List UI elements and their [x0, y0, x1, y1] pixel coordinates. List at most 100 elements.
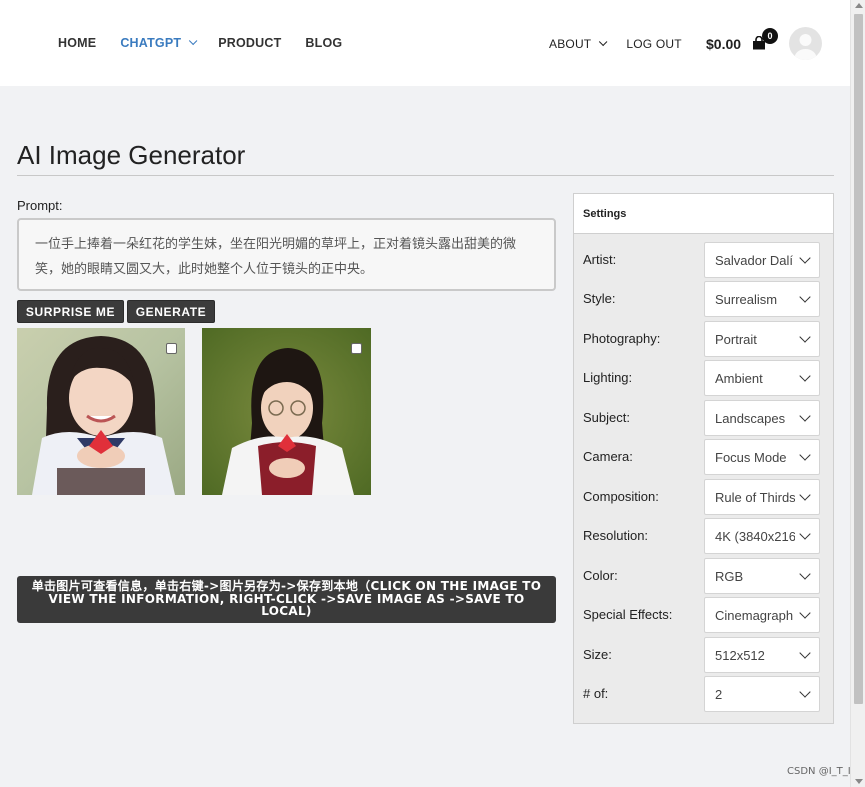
chevron-down-icon	[799, 528, 811, 540]
info-banner: 单击图片可查看信息，单击右键->图片另存为->保存到本地（CLICK ON TH…	[17, 576, 556, 623]
select-value: Landscapes	[715, 411, 786, 426]
setting-artist: Artist: Salvador Dalí	[574, 242, 833, 278]
chevron-down-icon	[799, 686, 811, 698]
photography-select[interactable]: Portrait	[704, 321, 820, 357]
composition-select[interactable]: Rule of Thirds	[704, 479, 820, 515]
select-value: Salvador Dalí	[715, 253, 794, 268]
camera-select[interactable]: Focus Mode	[704, 439, 820, 475]
select-value: Portrait	[715, 332, 757, 347]
nav-home-label: HOME	[58, 36, 97, 50]
nav-chatgpt[interactable]: CHATGPT	[120, 36, 198, 50]
setting-composition: Composition: Rule of Thirds	[574, 479, 833, 515]
style-select[interactable]: Surrealism	[704, 281, 820, 317]
nav-blog-label: BLOG	[305, 36, 343, 50]
nav-product-label: PRODUCT	[218, 36, 282, 50]
setting-label: Subject:	[583, 410, 630, 425]
count-select[interactable]: 2	[704, 676, 820, 712]
nav-chatgpt-label: CHATGPT	[120, 36, 182, 50]
lighting-select[interactable]: Ambient	[704, 360, 820, 396]
chevron-down-icon	[599, 37, 608, 47]
nav-blog[interactable]: BLOG	[305, 36, 342, 50]
surprise-me-button[interactable]: SURPRISE ME	[17, 300, 124, 323]
special-effects-select[interactable]: Cinemagraph	[704, 597, 820, 633]
scrollbar-thumb[interactable]	[854, 14, 863, 704]
secondary-nav: ABOUT LOG OUT	[549, 37, 704, 51]
chevron-down-icon	[189, 36, 198, 46]
select-value: Focus Mode	[715, 450, 787, 465]
size-select[interactable]: 512x512	[704, 637, 820, 673]
setting-label: # of:	[583, 686, 609, 701]
setting-style: Style: Surrealism	[574, 281, 833, 317]
select-value: Ambient	[715, 371, 763, 386]
select-value: 512x512	[715, 648, 765, 663]
select-value: Rule of Thirds	[715, 490, 795, 505]
generated-image-1[interactable]	[17, 328, 185, 495]
image-1-checkbox[interactable]	[166, 343, 177, 354]
chevron-down-icon	[799, 252, 811, 264]
cart-count-badge: 0	[762, 28, 778, 44]
chevron-down-icon	[799, 291, 811, 303]
main-nav: HOME CHATGPT PRODUCT BLOG	[58, 36, 366, 50]
cart-total[interactable]: $0.00	[706, 36, 741, 52]
setting-label: Composition:	[583, 489, 659, 504]
resolution-select[interactable]: 4K (3840x2160)	[704, 518, 820, 554]
setting-count: # of: 2	[574, 676, 833, 712]
nav-product[interactable]: PRODUCT	[218, 36, 281, 50]
page-title: AI Image Generator	[17, 140, 246, 170]
nav-logout[interactable]: LOG OUT	[626, 37, 681, 51]
setting-label: Color:	[583, 568, 618, 583]
setting-photography: Photography: Portrait	[574, 321, 833, 357]
setting-size: Size: 512x512	[574, 637, 833, 673]
chevron-down-icon	[799, 331, 811, 343]
select-value: RGB	[715, 569, 744, 584]
setting-label: Special Effects:	[583, 607, 673, 622]
generate-button[interactable]: GENERATE	[127, 300, 215, 323]
nav-about-label: ABOUT	[549, 37, 592, 51]
setting-label: Style:	[583, 291, 616, 306]
nav-about[interactable]: ABOUT	[549, 37, 608, 51]
select-value: 4K (3840x2160)	[715, 529, 795, 544]
site-header: HOME CHATGPT PRODUCT BLOG ABOUT LOG OUT …	[0, 0, 850, 86]
chevron-down-icon	[799, 489, 811, 501]
prompt-input[interactable]: 一位手上捧着一朵红花的学生妹，坐在阳光明媚的草坪上，正对着镜头露出甜美的微笑，她…	[17, 218, 556, 291]
color-select[interactable]: RGB	[704, 558, 820, 594]
scroll-up-arrow-icon[interactable]	[855, 3, 863, 8]
chevron-down-icon	[799, 370, 811, 382]
subject-select[interactable]: Landscapes	[704, 400, 820, 436]
watermark: CSDN @I_T_I	[787, 766, 851, 777]
chevron-down-icon	[799, 410, 811, 422]
setting-camera: Camera: Focus Mode	[574, 439, 833, 475]
settings-panel: Settings Artist: Salvador Dalí Style: Su…	[573, 193, 834, 724]
setting-label: Camera:	[583, 449, 633, 464]
page: HOME CHATGPT PRODUCT BLOG ABOUT LOG OUT …	[0, 0, 865, 787]
generated-image-2-picture	[202, 328, 371, 495]
generated-image-2[interactable]	[202, 328, 371, 495]
select-value: 2	[715, 687, 723, 702]
prompt-label: Prompt:	[17, 198, 63, 213]
setting-color: Color: RGB	[574, 558, 833, 594]
generated-image-1-picture	[17, 328, 185, 495]
setting-lighting: Lighting: Ambient	[574, 360, 833, 396]
setting-label: Size:	[583, 647, 612, 662]
select-value: Surrealism	[715, 292, 778, 307]
scroll-down-arrow-icon[interactable]	[855, 779, 863, 784]
artist-select[interactable]: Salvador Dalí	[704, 242, 820, 278]
avatar[interactable]	[789, 27, 822, 60]
nav-home[interactable]: HOME	[58, 36, 96, 50]
image-2-checkbox[interactable]	[351, 343, 362, 354]
settings-header: Settings	[574, 194, 833, 234]
user-icon	[794, 34, 817, 60]
setting-label: Photography:	[583, 331, 661, 346]
divider	[17, 175, 834, 176]
setting-label: Artist:	[583, 252, 617, 267]
select-value: Cinemagraph	[715, 608, 794, 623]
setting-label: Lighting:	[583, 370, 633, 385]
setting-resolution: Resolution: 4K (3840x2160)	[574, 518, 833, 554]
nav-logout-label: LOG OUT	[626, 37, 682, 51]
scrollbar[interactable]	[850, 0, 865, 787]
chevron-down-icon	[799, 568, 811, 580]
setting-label: Resolution:	[583, 528, 649, 543]
setting-subject: Subject: Landscapes	[574, 400, 833, 436]
chevron-down-icon	[799, 647, 811, 659]
chevron-down-icon	[799, 449, 811, 461]
